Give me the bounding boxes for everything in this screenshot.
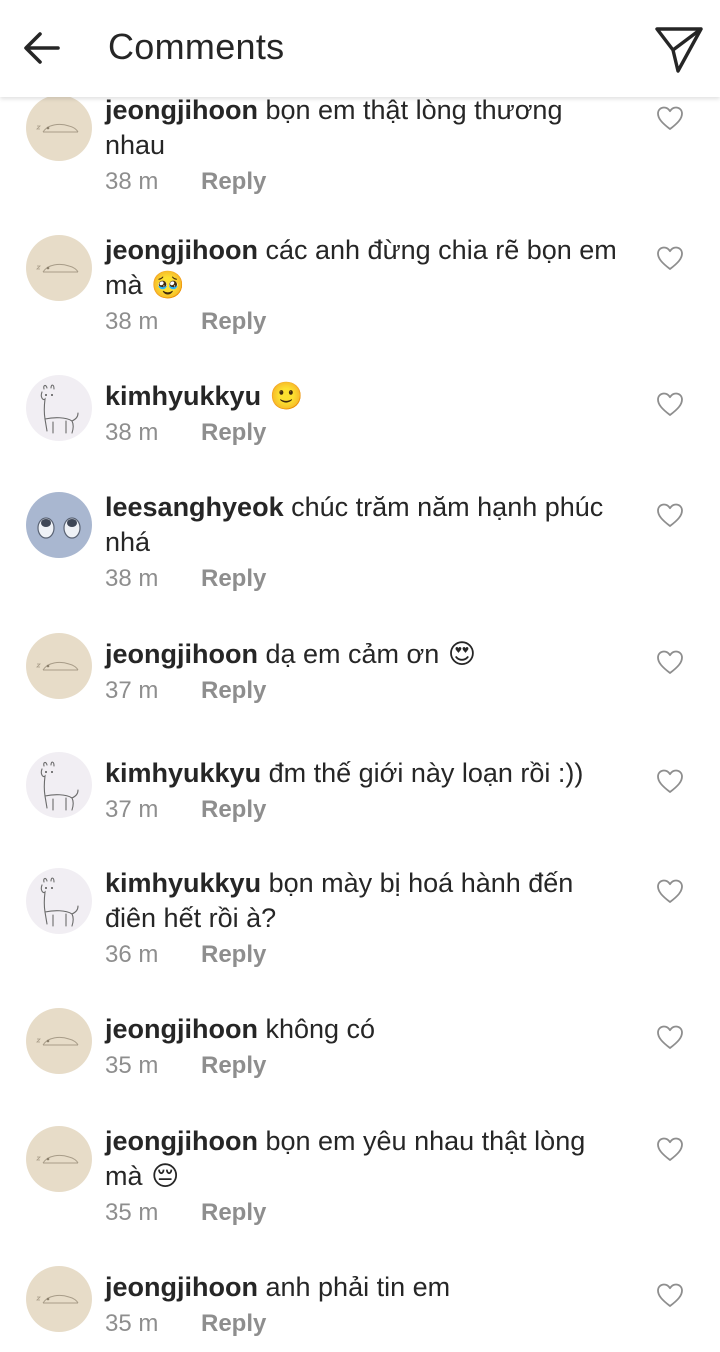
back-button[interactable] bbox=[18, 24, 66, 72]
comment-meta: 36 m Reply bbox=[105, 940, 266, 970]
username[interactable]: jeongjihoon bbox=[105, 95, 258, 125]
comment-body: anh phải tin em bbox=[257, 1272, 451, 1302]
comment-meta: 35 m Reply bbox=[105, 1198, 266, 1228]
timestamp: 35 m bbox=[105, 1310, 159, 1337]
comment-meta: 38 m Reply bbox=[105, 564, 266, 594]
avatar[interactable] bbox=[26, 1126, 92, 1192]
emoji: 😍 bbox=[439, 639, 476, 670]
avatar[interactable] bbox=[26, 95, 92, 161]
reply-button[interactable]: Reply bbox=[201, 168, 266, 195]
comment-meta: 35 m Reply bbox=[105, 1309, 266, 1339]
avatar[interactable] bbox=[26, 752, 92, 818]
comment-meta: 38 m Reply bbox=[105, 418, 266, 448]
like-heart-icon[interactable] bbox=[656, 391, 684, 417]
timestamp: 36 m bbox=[105, 941, 159, 968]
like-heart-icon[interactable] bbox=[656, 1136, 684, 1162]
like-heart-icon[interactable] bbox=[656, 768, 684, 794]
comment-text: kimhyukkyu 🙂 bbox=[105, 379, 625, 414]
comment-text: jeongjihoon dạ em cảm ơn 😍 bbox=[105, 637, 625, 672]
reply-button[interactable]: Reply bbox=[201, 308, 266, 335]
timestamp: 37 m bbox=[105, 677, 159, 704]
username[interactable]: kimhyukkyu bbox=[105, 868, 261, 898]
share-button[interactable] bbox=[652, 22, 706, 76]
avatar[interactable] bbox=[26, 633, 92, 699]
avatar[interactable] bbox=[26, 868, 92, 934]
emoji: 😔 bbox=[142, 1161, 180, 1192]
like-heart-icon[interactable] bbox=[656, 878, 684, 904]
comment-text: jeongjihoon không có bbox=[105, 1012, 625, 1047]
comment-body: dạ em cảm ơn bbox=[257, 639, 440, 669]
timestamp: 38 m bbox=[105, 168, 159, 195]
like-heart-icon[interactable] bbox=[656, 502, 684, 528]
like-heart-icon[interactable] bbox=[656, 1024, 684, 1050]
timestamp: 38 m bbox=[105, 419, 159, 446]
comment-text: jeongjihoon bọn em thật lòng thương nhau bbox=[105, 93, 625, 163]
comment-body: không có bbox=[257, 1014, 376, 1044]
comment-text: jeongjihoon bọn em yêu nhau thật lòng mà… bbox=[105, 1124, 625, 1194]
like-heart-icon[interactable] bbox=[656, 105, 684, 131]
comment-text: kimhyukkyu đm thế giới này loạn rồi :)) bbox=[105, 756, 625, 791]
username[interactable]: jeongjihoon bbox=[105, 1014, 258, 1044]
comment-text: jeongjihoon các anh đừng chia rẽ bọn em … bbox=[105, 233, 625, 303]
comment-meta: 37 m Reply bbox=[105, 795, 266, 825]
comment-meta: 38 m Reply bbox=[105, 167, 266, 197]
comment-meta: 35 m Reply bbox=[105, 1051, 266, 1081]
comment-text: leesanghyeok chúc trăm năm hạnh phúc nhá bbox=[105, 490, 625, 560]
paper-plane-icon bbox=[655, 27, 703, 73]
comment-body: đm thế giới này loạn rồi :)) bbox=[261, 758, 584, 788]
comment-text: kimhyukkyu bọn mày bị hoá hành đến điên … bbox=[105, 866, 625, 936]
avatar[interactable] bbox=[26, 1008, 92, 1074]
timestamp: 37 m bbox=[105, 796, 159, 823]
reply-button[interactable]: Reply bbox=[201, 419, 266, 446]
reply-button[interactable]: Reply bbox=[201, 565, 266, 592]
username[interactable]: jeongjihoon bbox=[105, 639, 258, 669]
reply-button[interactable]: Reply bbox=[201, 796, 266, 823]
timestamp: 38 m bbox=[105, 565, 159, 592]
avatar[interactable] bbox=[26, 235, 92, 301]
comment-meta: 37 m Reply bbox=[105, 676, 266, 706]
username[interactable]: jeongjihoon bbox=[105, 235, 258, 265]
timestamp: 35 m bbox=[105, 1052, 159, 1079]
reply-button[interactable]: Reply bbox=[201, 677, 266, 704]
like-heart-icon[interactable] bbox=[656, 1282, 684, 1308]
username[interactable]: jeongjihoon bbox=[105, 1126, 258, 1156]
emoji: 🥹 bbox=[142, 270, 185, 301]
comment-text: jeongjihoon anh phải tin em bbox=[105, 1270, 625, 1305]
reply-button[interactable]: Reply bbox=[201, 941, 266, 968]
username[interactable]: jeongjihoon bbox=[105, 1272, 258, 1302]
comment-meta: 38 m Reply bbox=[105, 307, 266, 337]
top-bar: Comments bbox=[0, 0, 720, 97]
reply-button[interactable]: Reply bbox=[201, 1199, 266, 1226]
avatar[interactable] bbox=[26, 375, 92, 441]
avatar[interactable] bbox=[26, 492, 92, 558]
timestamp: 35 m bbox=[105, 1199, 159, 1226]
arrow-left-icon bbox=[24, 32, 60, 64]
reply-button[interactable]: Reply bbox=[201, 1310, 266, 1337]
username[interactable]: leesanghyeok bbox=[105, 492, 284, 522]
like-heart-icon[interactable] bbox=[656, 245, 684, 271]
username[interactable]: kimhyukkyu bbox=[105, 381, 261, 411]
page-title: Comments bbox=[108, 26, 285, 67]
username[interactable]: kimhyukkyu bbox=[105, 758, 261, 788]
reply-button[interactable]: Reply bbox=[201, 1052, 266, 1079]
like-heart-icon[interactable] bbox=[656, 649, 684, 675]
avatar[interactable] bbox=[26, 1266, 92, 1332]
timestamp: 38 m bbox=[105, 308, 159, 335]
emoji: 🙂 bbox=[261, 381, 304, 412]
